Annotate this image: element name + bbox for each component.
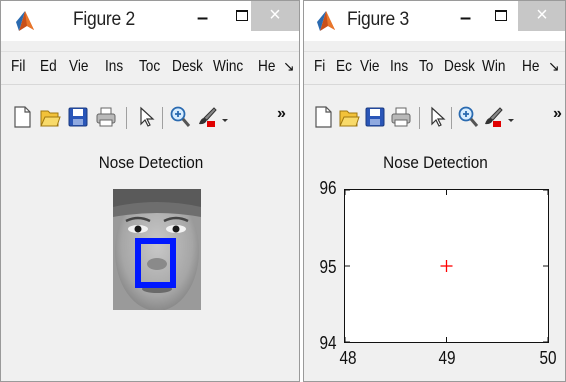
window-title: Figure 2 — [73, 9, 135, 30]
close-button[interactable]: × — [518, 1, 565, 31]
toolbar: » — [1, 101, 299, 137]
data-point-marker — [440, 260, 453, 272]
menu-desktop[interactable]: Desk — [444, 58, 475, 76]
maximize-button[interactable] — [236, 10, 248, 21]
menu-file[interactable]: Fil — [11, 58, 25, 76]
menu-desktop[interactable]: Desk — [172, 58, 203, 76]
matlab-logo-icon — [16, 11, 34, 31]
face-image — [113, 189, 201, 310]
close-button[interactable]: × — [251, 1, 299, 31]
menu-tools[interactable]: To — [419, 58, 433, 76]
y-tick-label: 95 — [319, 257, 337, 277]
chart-title: Nose Detection — [383, 153, 488, 172]
print-icon[interactable] — [390, 105, 412, 129]
figure-3-window: Figure 3 – × Fi Ec Vie Ins To Desk Win H… — [303, 0, 566, 382]
menu-bar: Fil Ed Vie Ins Toc Desk Winc He ↘ — [1, 51, 299, 85]
print-icon[interactable] — [95, 105, 117, 129]
menu-more-icon[interactable]: ↘ — [548, 58, 560, 75]
y-tick-label: 94 — [319, 333, 337, 353]
zoom-in-icon[interactable] — [457, 105, 479, 129]
minimize-button[interactable]: – — [460, 7, 471, 30]
toolbar: » — [304, 101, 565, 137]
plot-area[interactable] — [344, 189, 549, 343]
axes-title: Nose Detection — [98, 153, 204, 172]
menu-insert[interactable]: Ins — [105, 58, 123, 76]
menu-view[interactable]: Vie — [360, 58, 379, 76]
matlab-logo-icon — [317, 11, 335, 31]
menu-file[interactable]: Fi — [314, 58, 325, 76]
x-tick-label: 50 — [539, 348, 557, 368]
toolbar-separator — [419, 107, 420, 129]
title-bar[interactable]: Figure 3 – × — [304, 1, 565, 41]
x-tick-label: 49 — [438, 348, 456, 368]
new-file-icon[interactable] — [11, 105, 33, 129]
open-folder-icon[interactable] — [39, 105, 61, 129]
menu-help[interactable]: He — [258, 58, 275, 76]
menu-more-icon[interactable]: ↘ — [283, 58, 295, 75]
minimize-button[interactable]: – — [197, 7, 208, 30]
menu-edit[interactable]: Ec — [336, 58, 352, 76]
window-title: Figure 3 — [347, 9, 409, 30]
save-icon[interactable] — [364, 105, 386, 129]
brush-icon[interactable] — [196, 105, 218, 129]
title-bar[interactable]: Figure 2 – × — [1, 1, 299, 41]
save-icon[interactable] — [67, 105, 89, 129]
brush-icon[interactable] — [482, 105, 504, 129]
zoom-in-icon[interactable] — [169, 105, 191, 129]
menu-window[interactable]: Win — [482, 58, 505, 76]
figure-2-window: Figure 2 – × Fil Ed Vie Ins Toc Desk Win… — [0, 0, 300, 382]
menu-edit[interactable]: Ed — [40, 58, 57, 76]
x-tick-label: 48 — [339, 348, 357, 368]
menu-view[interactable]: Vie — [69, 58, 88, 76]
y-tick-label: 96 — [319, 178, 337, 198]
toolbar-separator — [451, 107, 452, 129]
dropdown-arrow-icon[interactable] — [220, 105, 230, 129]
pointer-icon[interactable] — [426, 105, 448, 129]
menu-tools[interactable]: Toc — [139, 58, 160, 76]
menu-help[interactable]: He — [522, 58, 539, 76]
menu-insert[interactable]: Ins — [390, 58, 408, 76]
toolbar-separator — [162, 107, 163, 129]
menu-bar: Fi Ec Vie Ins To Desk Win He ↘ — [304, 51, 565, 85]
dropdown-arrow-icon[interactable] — [506, 105, 516, 129]
maximize-button[interactable] — [495, 10, 507, 21]
toolbar-separator — [126, 107, 127, 129]
new-file-icon[interactable] — [312, 105, 334, 129]
pointer-icon[interactable] — [135, 105, 157, 129]
menu-window[interactable]: Winc — [213, 58, 243, 76]
plot-canvas — [345, 190, 548, 342]
toolbar-more-icon[interactable]: » — [553, 105, 562, 123]
toolbar-more-icon[interactable]: » — [277, 105, 286, 123]
open-folder-icon[interactable] — [338, 105, 360, 129]
